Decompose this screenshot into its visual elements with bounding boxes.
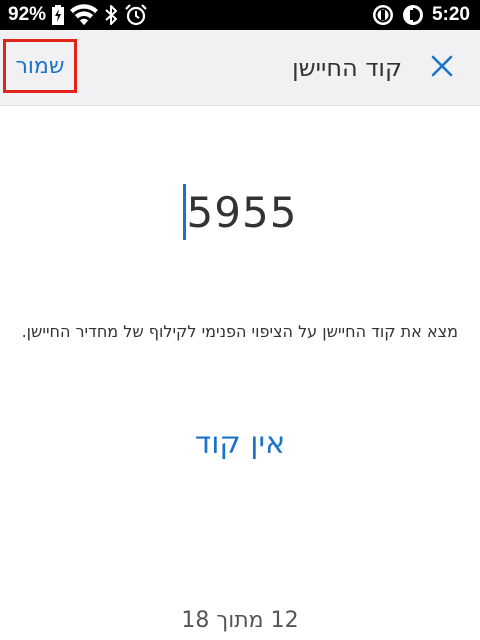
status-bar: 92% 5:20 (0, 0, 480, 30)
bluetooth-icon (104, 4, 118, 26)
code-input-area: 5955 (0, 182, 480, 242)
sensor-code-input[interactable]: 5955 (182, 184, 298, 240)
status-bar-left: 92% (8, 0, 148, 30)
save-button[interactable]: שמור (3, 39, 77, 93)
status-time: 5:20 (431, 4, 470, 25)
step-counter: 12 מתוך 18 (181, 608, 299, 633)
page-title: קוד החיישן (292, 54, 402, 82)
data-saver-icon (402, 4, 424, 26)
status-bar-right: 5:20 (372, 0, 470, 30)
close-button[interactable] (428, 54, 456, 82)
wifi-icon (70, 4, 99, 26)
text-caret (182, 184, 186, 240)
instruction-text: מצא את קוד החיישן על הציפוי הפנימי לקילו… (21, 322, 458, 341)
battery-percent: 92% (8, 4, 47, 25)
no-code-button[interactable]: אין קוד (0, 426, 480, 461)
close-icon (431, 55, 453, 81)
alarm-icon (124, 3, 148, 27)
vpn-icon (372, 4, 394, 26)
sensor-code-value[interactable]: 5955 (187, 188, 298, 237)
battery-charging-icon (52, 5, 65, 25)
app-bar: שמור קוד החיישן (0, 30, 480, 106)
screen: 92% 5:20 שמור קוד החיישן 5955 מצא את קוד… (0, 0, 480, 640)
